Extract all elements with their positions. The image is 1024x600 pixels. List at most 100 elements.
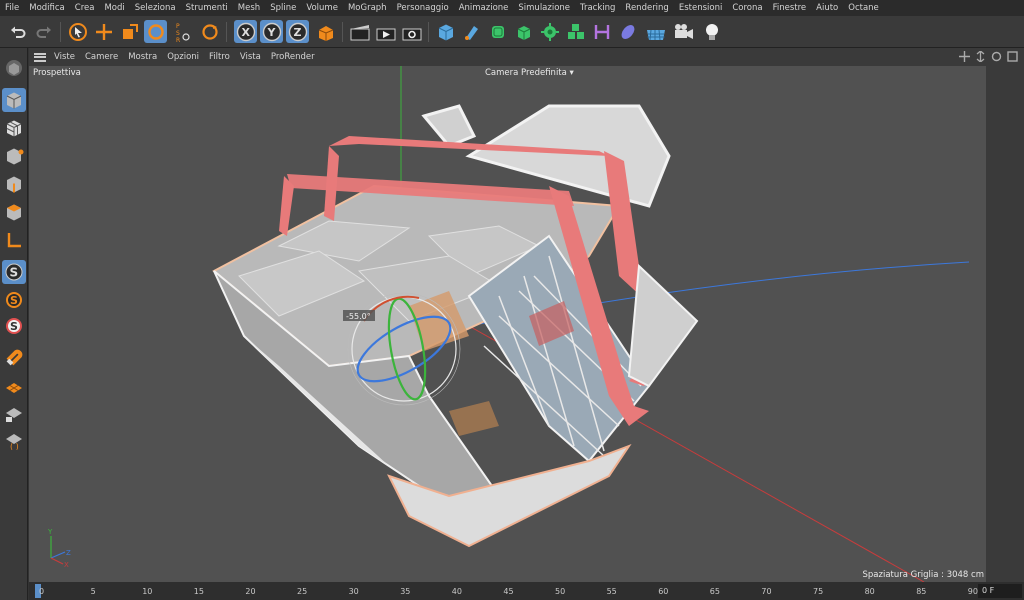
menu-octane[interactable]: Octane	[848, 3, 879, 13]
timeline-ruler[interactable]: 0 5 10 15 20 25 30 35 40 45 50 55 60 65 70 75 80 85 90 0 F	[29, 582, 1024, 600]
deformer-button[interactable]	[590, 20, 613, 43]
select-tool-button[interactable]	[66, 20, 89, 43]
viewport-menu-viste[interactable]: Viste	[54, 52, 75, 62]
menu-file[interactable]: File	[5, 3, 19, 13]
workplane-snap-button[interactable]: S	[2, 314, 26, 338]
render-view-button[interactable]	[348, 20, 371, 43]
menu-finestre[interactable]: Finestre	[773, 3, 807, 13]
move-tool-button[interactable]	[92, 20, 115, 43]
viewport-menu-bar: Viste Camere Mostra Opzioni Filtro Vista ProRe…	[29, 48, 1024, 66]
coordinate-system-button[interactable]	[314, 20, 337, 43]
menu-volume[interactable]: Volume	[306, 3, 338, 13]
svg-text:S: S	[10, 266, 19, 280]
building-model[interactable]	[212, 104, 699, 548]
viewport-menu-vista[interactable]: Vista	[240, 52, 261, 62]
scene-render[interactable]: -55.0° Y Z X	[29, 66, 986, 582]
pan-icon[interactable]	[959, 51, 970, 62]
move-icon	[95, 23, 112, 40]
menu-modifica[interactable]: Modifica	[29, 3, 65, 13]
menu-corona[interactable]: Corona	[732, 3, 762, 13]
menu-personaggio[interactable]: Personaggio	[397, 3, 449, 13]
cursor-icon	[68, 22, 87, 41]
make-editable-button[interactable]	[2, 56, 26, 80]
extrude-generator-button[interactable]	[512, 20, 535, 43]
light-button[interactable]	[700, 20, 723, 43]
menu-rendering[interactable]: Rendering	[625, 3, 668, 13]
menu-bar: File Modifica Crea Modi Seleziona Strumenti Me…	[0, 0, 1024, 16]
clapper-icon	[350, 24, 369, 40]
axis-mode-button[interactable]	[2, 228, 26, 252]
menu-simulazione[interactable]: Simulazione	[518, 3, 570, 13]
axis-workplane-button[interactable]: ( )	[2, 428, 26, 452]
main-toolbar: PSR X Y Z	[0, 16, 1024, 48]
timeline-tick: 20	[245, 587, 256, 596]
hamburger-icon[interactable]	[34, 52, 46, 62]
psr-button[interactable]: PSR	[170, 20, 193, 43]
viewport-menu-prorender[interactable]: ProRender	[271, 52, 315, 62]
viewport-menu-filtro[interactable]: Filtro	[209, 52, 230, 62]
camera-button[interactable]	[672, 20, 695, 43]
menu-mograph[interactable]: MoGraph	[348, 3, 387, 13]
menu-modi[interactable]: Modi	[104, 3, 124, 13]
rotate-icon	[147, 23, 164, 40]
undo-button[interactable]	[6, 20, 29, 43]
orbit-icon[interactable]	[991, 51, 1002, 62]
subdivision-surface-button[interactable]	[486, 20, 509, 43]
current-frame-field[interactable]: 0 F	[978, 584, 1022, 598]
cloner-button[interactable]	[538, 20, 561, 43]
scale-tool-button[interactable]	[118, 20, 141, 43]
svg-text:Z: Z	[66, 549, 71, 557]
points-mode-button[interactable]	[2, 144, 26, 168]
polygons-mode-button[interactable]	[2, 200, 26, 224]
spline-pen-button[interactable]	[460, 20, 483, 43]
mograph-cubes-button[interactable]	[564, 20, 587, 43]
view-axis-indicator: Y Z X	[47, 528, 71, 569]
viewport-menu-mostra[interactable]: Mostra	[128, 52, 157, 62]
axis-corner-icon	[7, 233, 21, 248]
workplane-button[interactable]	[2, 376, 26, 400]
perspective-viewport[interactable]: -55.0° Y Z X Prospettiva Camera Predefin…	[29, 66, 986, 582]
timeline-tick: 10	[142, 587, 153, 596]
snap-toggle-button[interactable]: S	[2, 260, 26, 284]
checker-cube-icon	[6, 120, 22, 137]
menu-mesh[interactable]: Mesh	[238, 3, 260, 13]
menu-strumenti[interactable]: Strumenti	[186, 3, 228, 13]
y-axis-lock-button[interactable]: Y	[260, 20, 283, 43]
z-axis-lock-button[interactable]: Z	[286, 20, 309, 43]
redo-button[interactable]	[32, 20, 55, 43]
zoom-icon[interactable]	[975, 51, 986, 62]
magnet-button[interactable]	[2, 344, 26, 368]
snap-settings-button[interactable]: S	[2, 288, 26, 312]
cube-primitive-button[interactable]	[434, 20, 457, 43]
menu-tracking[interactable]: Tracking	[580, 3, 615, 13]
menu-aiuto[interactable]: Aiuto	[816, 3, 838, 13]
render-settings-button[interactable]	[400, 20, 423, 43]
svg-text:X: X	[241, 26, 250, 39]
capsule-icon	[621, 24, 634, 39]
timeline-tick: 40	[451, 587, 462, 596]
cubes-icon	[567, 23, 584, 39]
floor-button[interactable]	[644, 20, 667, 43]
menu-animazione[interactable]: Animazione	[459, 3, 509, 13]
cloner-icon	[540, 22, 559, 41]
render-picture-viewer-button[interactable]	[374, 20, 397, 43]
x-axis-lock-button[interactable]: X	[234, 20, 257, 43]
lock-workplane-button[interactable]	[2, 402, 26, 426]
menu-crea[interactable]: Crea	[75, 3, 95, 13]
field-button[interactable]	[616, 20, 639, 43]
recent-tool-button[interactable]	[198, 20, 221, 43]
right-panel-strip	[986, 66, 1024, 582]
maximize-view-icon[interactable]	[1007, 51, 1018, 62]
viewport-menu-opzioni[interactable]: Opzioni	[167, 52, 199, 62]
timeline-tick: 75	[813, 587, 824, 596]
texture-mode-button[interactable]	[2, 116, 26, 140]
menu-spline[interactable]: Spline	[270, 3, 296, 13]
menu-seleziona[interactable]: Seleziona	[135, 3, 176, 13]
menu-estensioni[interactable]: Estensioni	[679, 3, 723, 13]
model-mode-button[interactable]	[2, 88, 26, 112]
timeline-tick: 50	[555, 587, 566, 596]
viewport-menu-camere[interactable]: Camere	[85, 52, 118, 62]
camera-label[interactable]: Camera Predefinita ▾	[485, 68, 574, 78]
edges-mode-button[interactable]	[2, 172, 26, 196]
rotate-tool-button[interactable]	[144, 20, 167, 43]
